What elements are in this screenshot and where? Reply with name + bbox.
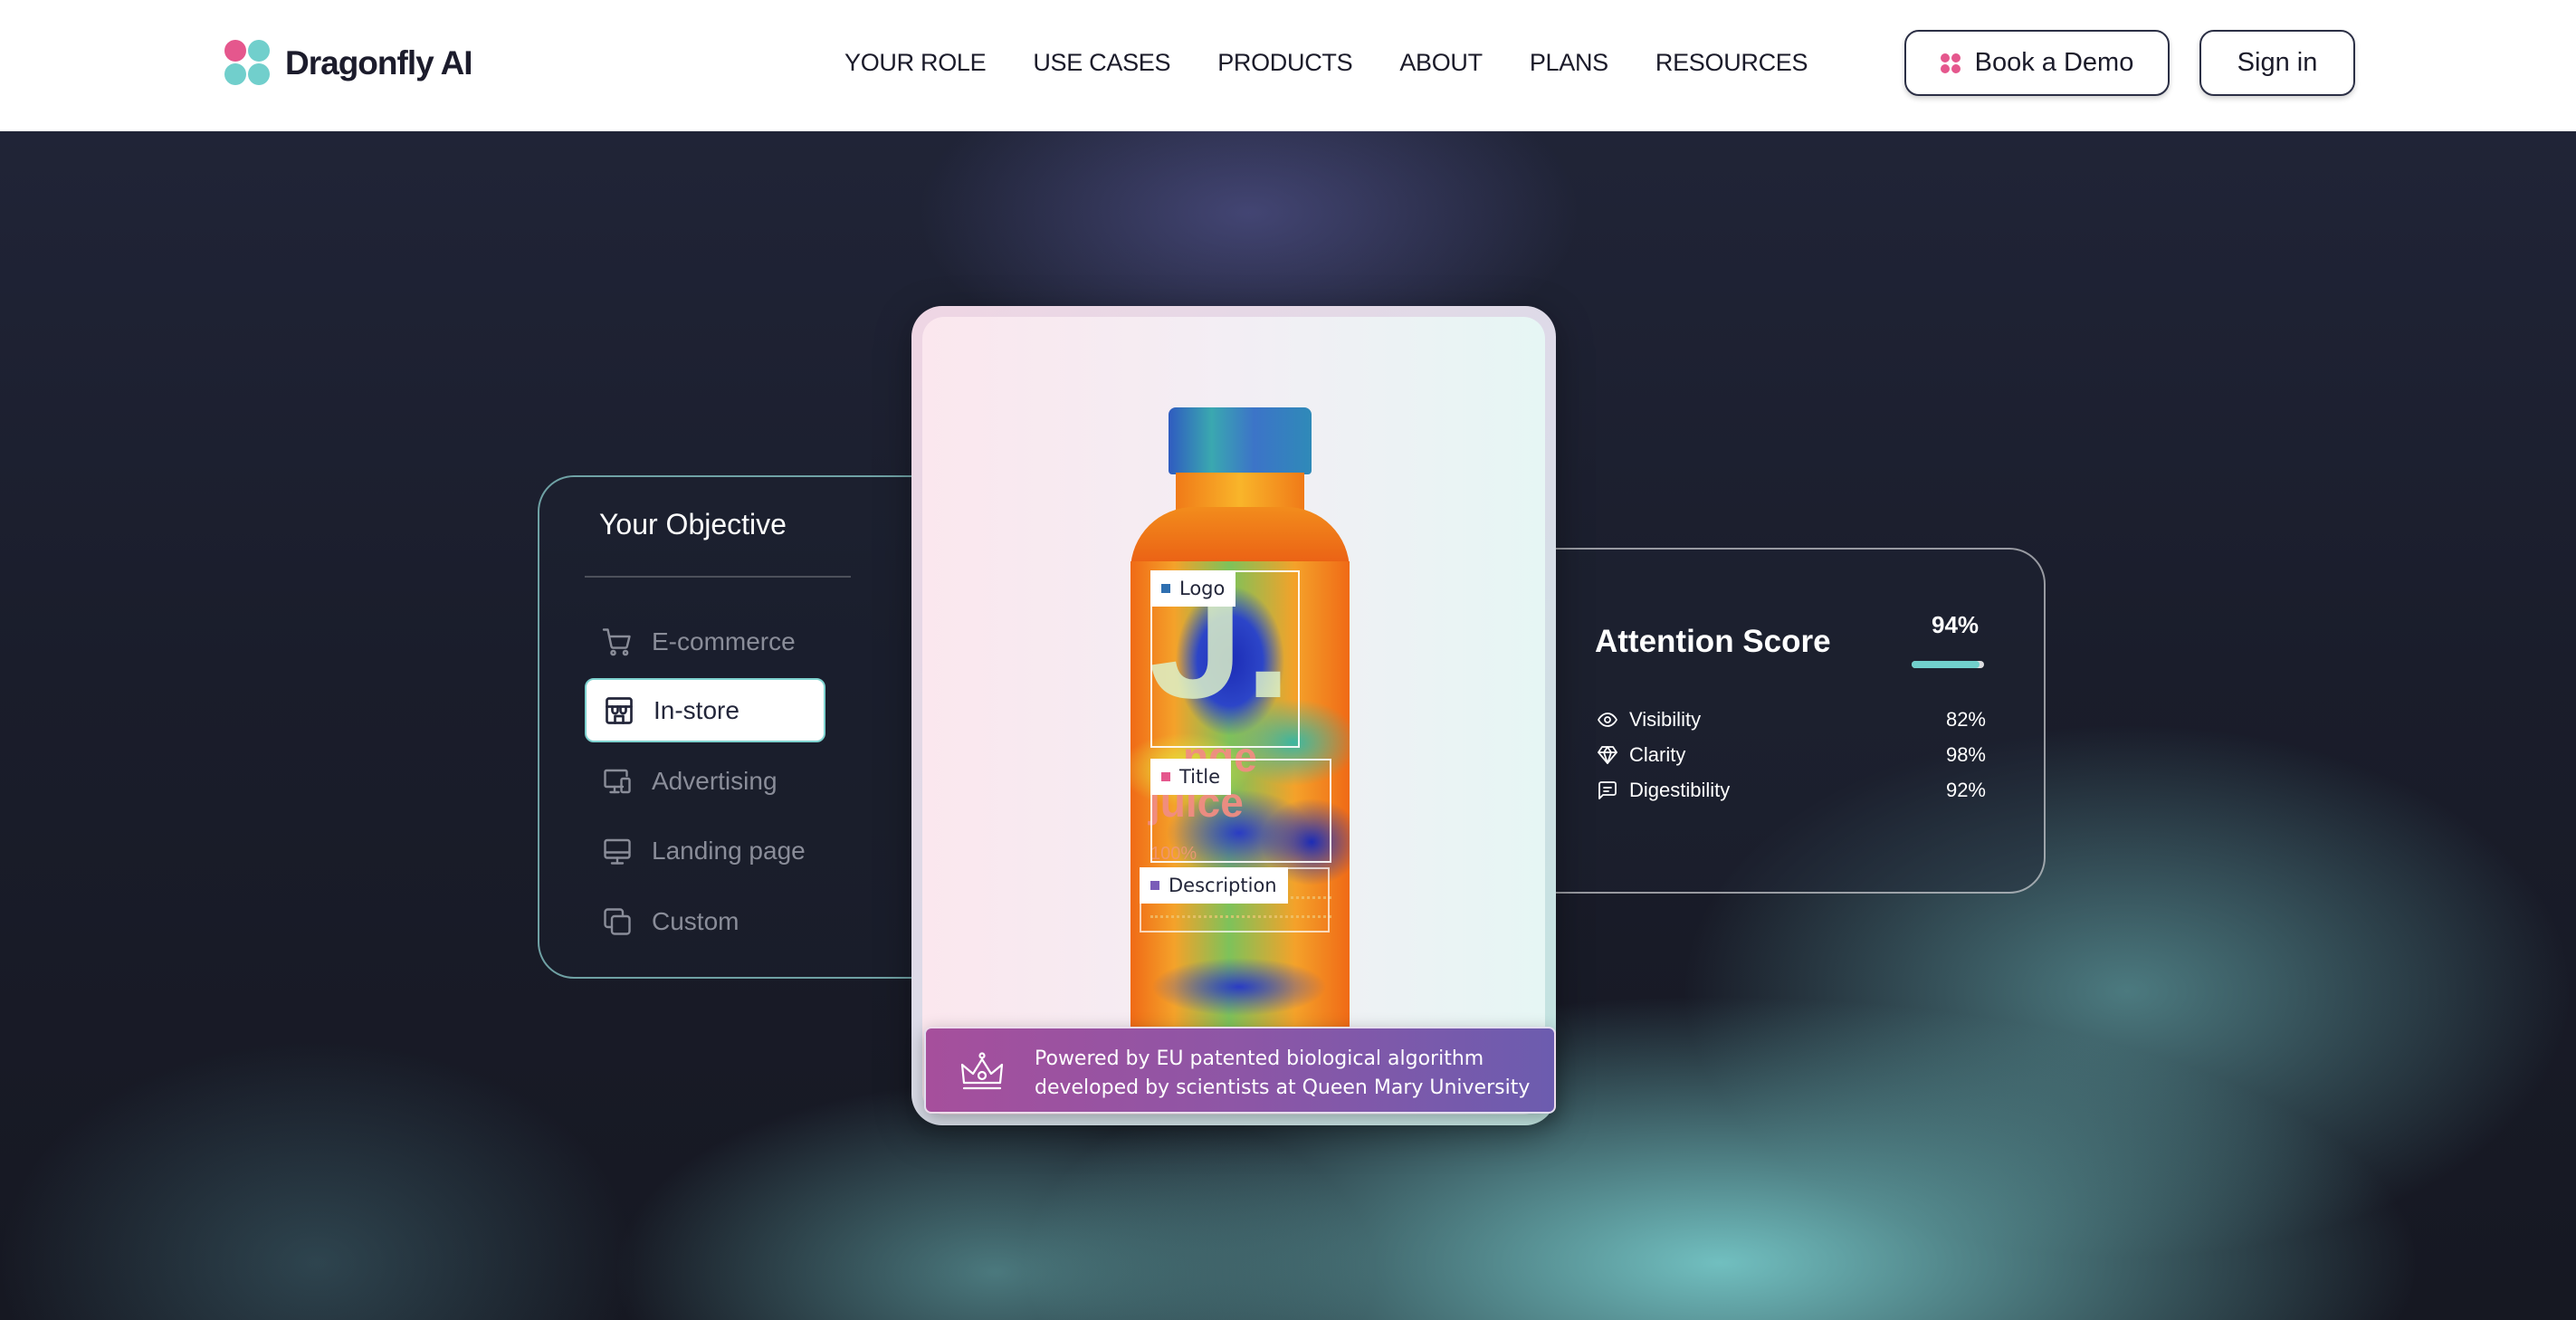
powered-by-text: Powered by EU patented biological algori… — [1035, 1045, 1530, 1103]
crown-icon — [960, 1052, 1004, 1090]
message-icon — [1598, 781, 1617, 799]
product-card-inner: J. nge juice 100% Logo Title Description — [922, 317, 1545, 1114]
book-demo-button[interactable]: Book a Demo — [1904, 30, 2170, 96]
metric-value: 92% — [1945, 779, 1986, 801]
title-tag-swatch — [1161, 772, 1170, 781]
nav-your-role[interactable]: YOUR ROLE — [844, 49, 987, 77]
main-nav: YOUR ROLE USE CASES PRODUCTS ABOUT PLANS… — [844, 49, 1855, 77]
dragonfly-logo-icon — [224, 40, 272, 87]
objective-item-label: E-commerce — [652, 627, 796, 655]
powered-by-banner: Powered by EU patented biological algori… — [924, 1027, 1556, 1114]
description-tag-label: Description — [1169, 875, 1277, 896]
logo-tag[interactable]: Logo — [1150, 570, 1236, 607]
metric-label: Digestibility — [1629, 779, 1731, 801]
objective-item-label: Landing page — [652, 836, 806, 865]
powered-by-line1: Powered by EU patented biological algori… — [1035, 1047, 1484, 1070]
metric-label: Clarity — [1629, 743, 1686, 766]
monitor-icon — [604, 838, 631, 865]
heatmap-bottle-image: J. nge juice 100% Logo Title Description — [1131, 407, 1350, 1050]
objective-item-in-store[interactable]: In-store — [585, 678, 825, 742]
attention-score-panel: Attention Score 94% Visibility 82% Clari… — [1539, 548, 2046, 894]
metric-visibility: Visibility 82% — [1597, 703, 1986, 736]
diamond-icon — [1598, 746, 1617, 764]
objective-item-label: In-store — [654, 695, 739, 724]
attention-score-bar-fill — [1912, 661, 1980, 668]
devices-icon — [604, 769, 631, 793]
attention-title: Attention Score — [1595, 624, 1831, 659]
objective-panel: Your Objective E-commerce In-store Adver… — [538, 475, 954, 979]
description-tag-swatch — [1150, 881, 1159, 890]
nav-resources[interactable]: RESOURCES — [1655, 49, 1808, 77]
objective-item-advertising[interactable]: Advertising — [585, 749, 825, 813]
metric-label: Visibility — [1629, 708, 1702, 731]
objective-item-landing-page[interactable]: Landing page — [585, 818, 825, 883]
sign-in-button[interactable]: Sign in — [2199, 30, 2355, 96]
nav-use-cases[interactable]: USE CASES — [1033, 49, 1170, 77]
objective-divider — [585, 576, 851, 578]
cart-icon — [602, 627, 631, 655]
sign-in-label: Sign in — [2237, 48, 2318, 77]
objective-item-label: Advertising — [652, 766, 778, 795]
logo-tag-swatch — [1161, 584, 1170, 593]
objective-item-label: Custom — [652, 906, 739, 935]
metric-value: 82% — [1945, 708, 1986, 731]
eye-icon — [1598, 713, 1617, 727]
title-tag-label: Title — [1179, 766, 1221, 788]
dragonfly-dots-icon — [1940, 53, 1961, 73]
store-icon — [606, 696, 633, 724]
nav-plans[interactable]: PLANS — [1530, 49, 1608, 77]
objective-item-custom[interactable]: Custom — [585, 889, 825, 953]
book-demo-label: Book a Demo — [1974, 48, 2134, 77]
title-tag[interactable]: Title — [1150, 759, 1232, 795]
nav-products[interactable]: PRODUCTS — [1217, 49, 1352, 77]
attention-score-bar — [1912, 661, 1984, 668]
attention-score-value: 94% — [1932, 611, 1980, 638]
powered-by-line2: developed by scientists at Queen Mary Un… — [1035, 1076, 1531, 1099]
metric-clarity: Clarity 98% — [1597, 739, 1986, 771]
brand-logo[interactable]: Dragonfly AI — [224, 40, 473, 87]
brand-name: Dragonfly AI — [285, 44, 473, 81]
site-header: Dragonfly AI YOUR ROLE USE CASES PRODUCT… — [0, 0, 2576, 131]
product-card: J. nge juice 100% Logo Title Description — [911, 306, 1556, 1125]
bottle-cap — [1169, 407, 1312, 474]
metric-digestibility: Digestibility 92% — [1597, 774, 1986, 807]
objective-item-ecommerce[interactable]: E-commerce — [585, 609, 825, 674]
layers-icon — [604, 907, 631, 935]
hero-section: Your Objective E-commerce In-store Adver… — [0, 131, 2576, 1320]
nav-about[interactable]: ABOUT — [1399, 49, 1483, 77]
metric-value: 98% — [1945, 743, 1986, 766]
objective-title: Your Objective — [599, 508, 787, 540]
description-tag[interactable]: Description — [1140, 867, 1288, 904]
logo-tag-label: Logo — [1179, 578, 1226, 599]
